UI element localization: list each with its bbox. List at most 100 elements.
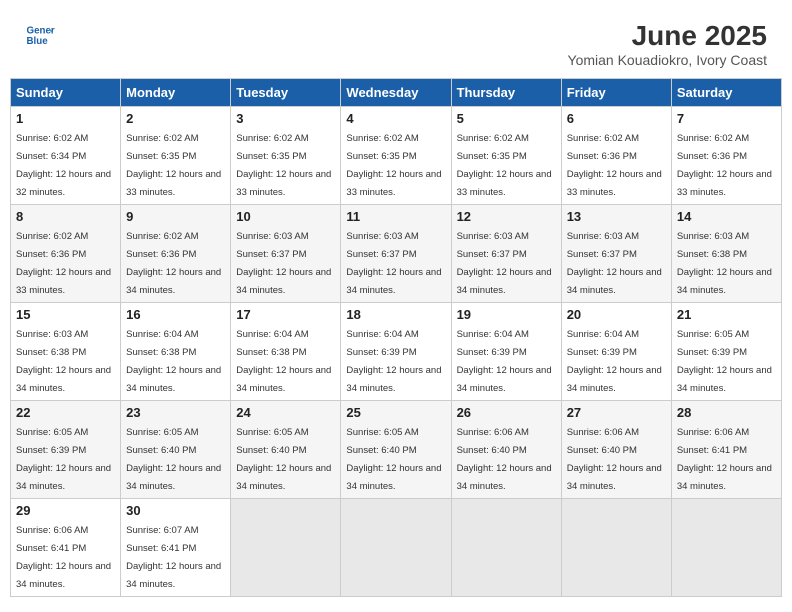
day-number: 5 xyxy=(457,111,556,126)
day-number: 9 xyxy=(126,209,225,224)
table-row: 9 Sunrise: 6:02 AMSunset: 6:36 PMDayligh… xyxy=(121,205,231,303)
table-row: 13 Sunrise: 6:03 AMSunset: 6:37 PMDaylig… xyxy=(561,205,671,303)
table-row: 11 Sunrise: 6:03 AMSunset: 6:37 PMDaylig… xyxy=(341,205,451,303)
logo: General Blue xyxy=(25,20,55,50)
table-row: 4 Sunrise: 6:02 AMSunset: 6:35 PMDayligh… xyxy=(341,107,451,205)
day-detail: Sunrise: 6:06 AMSunset: 6:41 PMDaylight:… xyxy=(16,525,111,590)
logo-icon: General Blue xyxy=(25,20,55,50)
day-number: 15 xyxy=(16,307,115,322)
table-row: 26 Sunrise: 6:06 AMSunset: 6:40 PMDaylig… xyxy=(451,401,561,499)
day-detail: Sunrise: 6:03 AMSunset: 6:38 PMDaylight:… xyxy=(677,231,772,296)
table-row: 20 Sunrise: 6:04 AMSunset: 6:39 PMDaylig… xyxy=(561,303,671,401)
table-row: 10 Sunrise: 6:03 AMSunset: 6:37 PMDaylig… xyxy=(231,205,341,303)
table-row xyxy=(451,499,561,597)
table-row xyxy=(561,499,671,597)
calendar-table: Sunday Monday Tuesday Wednesday Thursday… xyxy=(10,78,782,597)
day-number: 17 xyxy=(236,307,335,322)
day-number: 2 xyxy=(126,111,225,126)
svg-text:Blue: Blue xyxy=(27,36,49,47)
table-row: 7 Sunrise: 6:02 AMSunset: 6:36 PMDayligh… xyxy=(671,107,781,205)
day-number: 7 xyxy=(677,111,776,126)
day-detail: Sunrise: 6:03 AMSunset: 6:37 PMDaylight:… xyxy=(457,231,552,296)
day-detail: Sunrise: 6:03 AMSunset: 6:38 PMDaylight:… xyxy=(16,329,111,394)
day-detail: Sunrise: 6:04 AMSunset: 6:39 PMDaylight:… xyxy=(457,329,552,394)
day-detail: Sunrise: 6:05 AMSunset: 6:40 PMDaylight:… xyxy=(126,427,221,492)
day-number: 20 xyxy=(567,307,666,322)
table-row: 16 Sunrise: 6:04 AMSunset: 6:38 PMDaylig… xyxy=(121,303,231,401)
table-row: 28 Sunrise: 6:06 AMSunset: 6:41 PMDaylig… xyxy=(671,401,781,499)
day-detail: Sunrise: 6:04 AMSunset: 6:38 PMDaylight:… xyxy=(126,329,221,394)
day-detail: Sunrise: 6:02 AMSunset: 6:35 PMDaylight:… xyxy=(346,133,441,198)
day-number: 26 xyxy=(457,405,556,420)
day-detail: Sunrise: 6:02 AMSunset: 6:35 PMDaylight:… xyxy=(236,133,331,198)
day-detail: Sunrise: 6:03 AMSunset: 6:37 PMDaylight:… xyxy=(236,231,331,296)
day-detail: Sunrise: 6:02 AMSunset: 6:36 PMDaylight:… xyxy=(677,133,772,198)
table-row: 2 Sunrise: 6:02 AMSunset: 6:35 PMDayligh… xyxy=(121,107,231,205)
day-detail: Sunrise: 6:05 AMSunset: 6:40 PMDaylight:… xyxy=(236,427,331,492)
page-subtitle: Yomian Kouadiokro, Ivory Coast xyxy=(568,52,767,68)
col-monday: Monday xyxy=(121,79,231,107)
day-detail: Sunrise: 6:07 AMSunset: 6:41 PMDaylight:… xyxy=(126,525,221,590)
table-row: 23 Sunrise: 6:05 AMSunset: 6:40 PMDaylig… xyxy=(121,401,231,499)
table-row xyxy=(341,499,451,597)
table-row: 14 Sunrise: 6:03 AMSunset: 6:38 PMDaylig… xyxy=(671,205,781,303)
title-block: June 2025 Yomian Kouadiokro, Ivory Coast xyxy=(568,20,767,68)
col-tuesday: Tuesday xyxy=(231,79,341,107)
day-detail: Sunrise: 6:03 AMSunset: 6:37 PMDaylight:… xyxy=(567,231,662,296)
day-number: 21 xyxy=(677,307,776,322)
col-wednesday: Wednesday xyxy=(341,79,451,107)
day-number: 19 xyxy=(457,307,556,322)
page-header: General Blue June 2025 Yomian Kouadiokro… xyxy=(10,10,782,73)
day-number: 23 xyxy=(126,405,225,420)
calendar-row: 15 Sunrise: 6:03 AMSunset: 6:38 PMDaylig… xyxy=(11,303,782,401)
table-row xyxy=(231,499,341,597)
day-number: 14 xyxy=(677,209,776,224)
day-number: 8 xyxy=(16,209,115,224)
day-number: 29 xyxy=(16,503,115,518)
day-detail: Sunrise: 6:05 AMSunset: 6:39 PMDaylight:… xyxy=(16,427,111,492)
day-number: 28 xyxy=(677,405,776,420)
day-detail: Sunrise: 6:04 AMSunset: 6:38 PMDaylight:… xyxy=(236,329,331,394)
col-friday: Friday xyxy=(561,79,671,107)
table-row: 15 Sunrise: 6:03 AMSunset: 6:38 PMDaylig… xyxy=(11,303,121,401)
day-detail: Sunrise: 6:02 AMSunset: 6:36 PMDaylight:… xyxy=(126,231,221,296)
day-detail: Sunrise: 6:02 AMSunset: 6:36 PMDaylight:… xyxy=(16,231,111,296)
table-row: 3 Sunrise: 6:02 AMSunset: 6:35 PMDayligh… xyxy=(231,107,341,205)
table-row: 6 Sunrise: 6:02 AMSunset: 6:36 PMDayligh… xyxy=(561,107,671,205)
day-number: 6 xyxy=(567,111,666,126)
day-number: 22 xyxy=(16,405,115,420)
calendar-header-row: Sunday Monday Tuesday Wednesday Thursday… xyxy=(11,79,782,107)
day-detail: Sunrise: 6:03 AMSunset: 6:37 PMDaylight:… xyxy=(346,231,441,296)
page-title: June 2025 xyxy=(568,20,767,52)
day-number: 3 xyxy=(236,111,335,126)
day-number: 11 xyxy=(346,209,445,224)
day-number: 13 xyxy=(567,209,666,224)
day-detail: Sunrise: 6:05 AMSunset: 6:40 PMDaylight:… xyxy=(346,427,441,492)
day-number: 24 xyxy=(236,405,335,420)
table-row: 8 Sunrise: 6:02 AMSunset: 6:36 PMDayligh… xyxy=(11,205,121,303)
calendar-row: 8 Sunrise: 6:02 AMSunset: 6:36 PMDayligh… xyxy=(11,205,782,303)
day-number: 30 xyxy=(126,503,225,518)
table-row: 5 Sunrise: 6:02 AMSunset: 6:35 PMDayligh… xyxy=(451,107,561,205)
table-row: 21 Sunrise: 6:05 AMSunset: 6:39 PMDaylig… xyxy=(671,303,781,401)
table-row: 17 Sunrise: 6:04 AMSunset: 6:38 PMDaylig… xyxy=(231,303,341,401)
day-detail: Sunrise: 6:02 AMSunset: 6:34 PMDaylight:… xyxy=(16,133,111,198)
day-detail: Sunrise: 6:02 AMSunset: 6:35 PMDaylight:… xyxy=(126,133,221,198)
table-row: 25 Sunrise: 6:05 AMSunset: 6:40 PMDaylig… xyxy=(341,401,451,499)
day-detail: Sunrise: 6:04 AMSunset: 6:39 PMDaylight:… xyxy=(567,329,662,394)
col-saturday: Saturday xyxy=(671,79,781,107)
day-number: 12 xyxy=(457,209,556,224)
table-row: 24 Sunrise: 6:05 AMSunset: 6:40 PMDaylig… xyxy=(231,401,341,499)
day-number: 16 xyxy=(126,307,225,322)
day-detail: Sunrise: 6:04 AMSunset: 6:39 PMDaylight:… xyxy=(346,329,441,394)
calendar-row: 22 Sunrise: 6:05 AMSunset: 6:39 PMDaylig… xyxy=(11,401,782,499)
day-detail: Sunrise: 6:06 AMSunset: 6:40 PMDaylight:… xyxy=(457,427,552,492)
table-row: 1 Sunrise: 6:02 AMSunset: 6:34 PMDayligh… xyxy=(11,107,121,205)
day-detail: Sunrise: 6:06 AMSunset: 6:41 PMDaylight:… xyxy=(677,427,772,492)
col-thursday: Thursday xyxy=(451,79,561,107)
table-row: 27 Sunrise: 6:06 AMSunset: 6:40 PMDaylig… xyxy=(561,401,671,499)
table-row: 30 Sunrise: 6:07 AMSunset: 6:41 PMDaylig… xyxy=(121,499,231,597)
table-row: 12 Sunrise: 6:03 AMSunset: 6:37 PMDaylig… xyxy=(451,205,561,303)
day-detail: Sunrise: 6:06 AMSunset: 6:40 PMDaylight:… xyxy=(567,427,662,492)
day-detail: Sunrise: 6:05 AMSunset: 6:39 PMDaylight:… xyxy=(677,329,772,394)
